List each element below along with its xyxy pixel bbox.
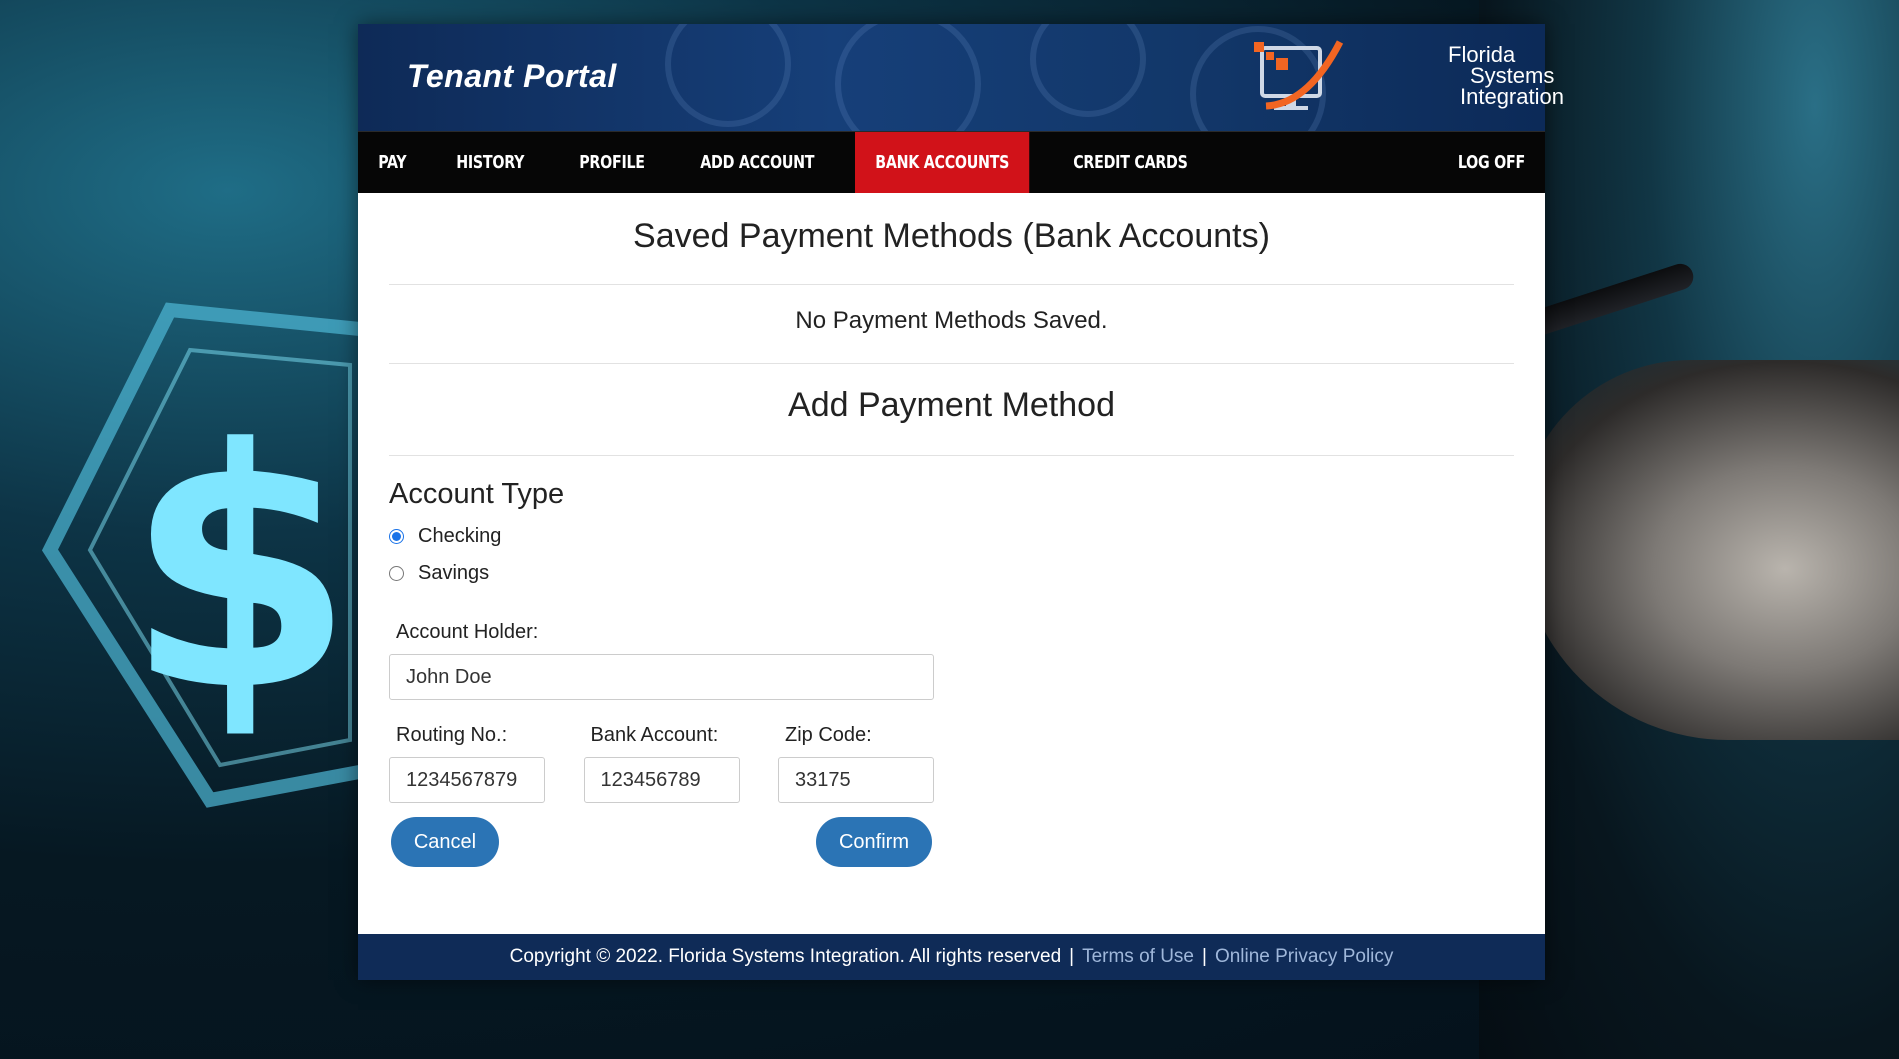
radio-checking[interactable]: Checking (389, 525, 1514, 548)
logo-text: Florida Systems Integration (1448, 42, 1564, 109)
privacy-link[interactable]: Online Privacy Policy (1215, 946, 1393, 968)
portal-title: Tenant Portal (407, 58, 617, 94)
account-details-row: Routing No.: 1234567879 Bank Account: 12… (389, 724, 934, 803)
svg-text:$: $ (125, 379, 355, 763)
zip-label: Zip Code: (785, 724, 872, 746)
nav-credit-cards[interactable]: CREDIT CARDS (1053, 132, 1208, 193)
form-buttons: Cancel Confirm (389, 817, 934, 867)
bank-account-label: Bank Account: (590, 724, 719, 746)
bank-account-group: Bank Account: 123456789 (583, 724, 740, 803)
add-method-title: Add Payment Method (389, 364, 1514, 456)
logo-line: Systems (1470, 63, 1555, 88)
routing-label: Routing No.: (396, 724, 508, 746)
account-holder-label: Account Holder: (396, 621, 539, 643)
radio-label: Checking (418, 525, 502, 547)
saved-methods-title: Saved Payment Methods (Bank Accounts) (389, 193, 1514, 285)
main-nav: PAY HISTORY PROFILE ADD ACCOUNT BANK ACC… (358, 131, 1545, 193)
nav-history[interactable]: HISTORY (436, 132, 544, 193)
routing-group: Routing No.: 1234567879 (389, 724, 545, 803)
radio-savings[interactable]: Savings (389, 562, 1514, 585)
terms-link[interactable]: Terms of Use (1082, 946, 1194, 968)
nav-profile[interactable]: PROFILE (559, 132, 665, 193)
footer-separator: | (1202, 946, 1207, 967)
account-type-label: Account Type (389, 478, 565, 510)
nav-bank-accounts[interactable]: BANK ACCOUNTS (855, 132, 1030, 193)
nav-logoff[interactable]: LOG OFF (1437, 132, 1545, 193)
portal-header: Tenant Portal Florida Systems Integratio… (358, 24, 1564, 131)
footer-separator: | (1069, 946, 1075, 967)
tenant-portal-window: Tenant Portal Florida Systems Integratio… (358, 24, 1564, 980)
radio-icon[interactable] (389, 529, 404, 544)
logo-line: Integration (1460, 84, 1564, 109)
routing-input[interactable]: 1234567879 (389, 757, 545, 803)
confirm-button[interactable]: Confirm (816, 817, 932, 867)
bank-account-input[interactable]: 123456789 (583, 757, 740, 803)
zip-input[interactable]: 33175 (778, 757, 934, 803)
radio-icon[interactable] (389, 566, 404, 581)
dollar-hexagon-icon: $ (41, 302, 377, 808)
account-holder-input[interactable]: John Doe (389, 654, 934, 700)
copyright-text: Copyright © 2022. Florida Systems Integr… (509, 946, 1062, 967)
empty-message: No Payment Methods Saved. (389, 285, 1514, 364)
logo-line: Florida (1448, 42, 1516, 67)
cancel-button[interactable]: Cancel (391, 817, 499, 867)
main-content: Saved Payment Methods (Bank Accounts) No… (358, 193, 1545, 867)
bank-account-form: Account Holder: John Doe Routing No.: 12… (389, 621, 934, 867)
portal-footer: Copyright © 2022. Florida Systems Integr… (358, 934, 1545, 980)
nav-add-account[interactable]: ADD ACCOUNT (680, 132, 835, 193)
radio-label: Savings (418, 562, 490, 584)
nav-pay[interactable]: PAY (358, 132, 427, 193)
zip-group: Zip Code: 33175 (778, 724, 934, 803)
